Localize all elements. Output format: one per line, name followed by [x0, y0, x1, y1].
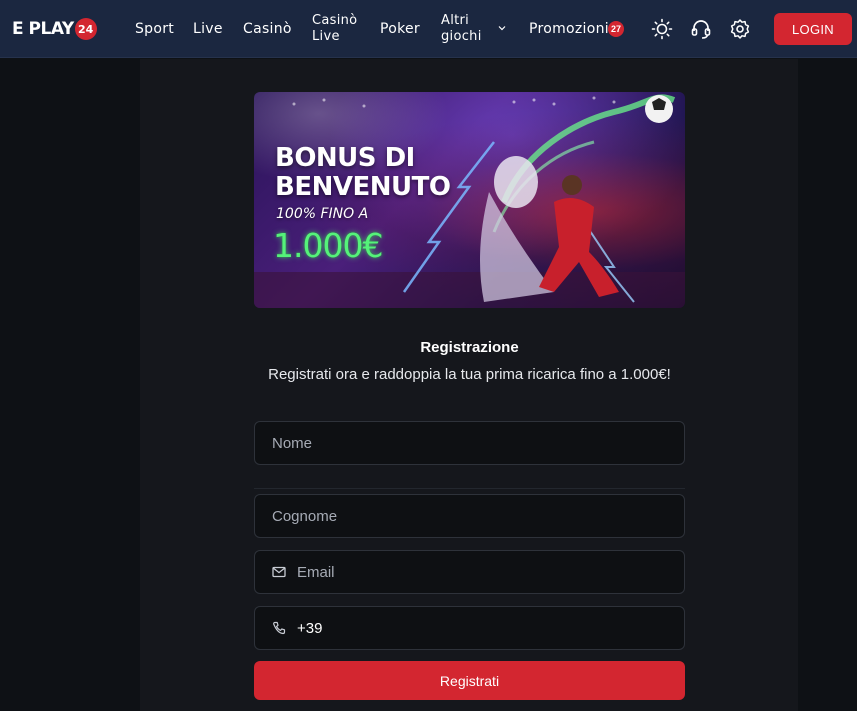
banner-title-line1: BONUS DI: [275, 143, 415, 173]
promo-count-badge: 27: [608, 21, 624, 37]
banner-subtitle: 100% FINO A: [276, 206, 369, 222]
email-field[interactable]: Email: [254, 550, 685, 594]
surname-field[interactable]: Cognome: [254, 494, 685, 538]
logo-text: E PLAY: [12, 19, 74, 39]
nav-altri-line1: Altri: [441, 13, 470, 28]
surname-placeholder: Cognome: [272, 507, 338, 525]
nav-casino-live-line2: Live: [312, 29, 340, 44]
headset-icon[interactable]: [690, 18, 712, 40]
name-placeholder: Nome: [272, 434, 313, 452]
nav-promozioni[interactable]: Promozioni: [529, 21, 609, 37]
envelope-icon: [272, 566, 286, 578]
login-button[interactable]: LOGIN: [774, 13, 852, 45]
gear-icon[interactable]: [729, 18, 751, 40]
nav-altri-line2: giochi: [441, 29, 482, 44]
top-navigation-bar: E PLAY 24 Sport Live Casinò Casinò Live …: [0, 0, 857, 58]
banner-title-line2: BENVENUTO: [275, 172, 451, 202]
banner-title: BONUS DI BENVENUTO: [275, 143, 451, 202]
chevron-down-icon[interactable]: [498, 24, 506, 32]
registration-subtitle: Registrati ora e raddoppia la tua prima …: [268, 366, 671, 383]
banner-amount: 1.000€: [273, 226, 383, 265]
nav-casino-live[interactable]: Casinò Live: [312, 13, 357, 45]
form-divider: [254, 488, 685, 489]
nav-sport[interactable]: Sport: [135, 21, 174, 37]
phone-prefix: +39: [297, 619, 323, 637]
eplay24-logo[interactable]: E PLAY 24: [12, 17, 97, 41]
nav-altri-giochi[interactable]: Altri giochi: [441, 13, 482, 45]
nav-live[interactable]: Live: [193, 21, 223, 37]
nav-casino[interactable]: Casinò: [243, 21, 292, 37]
nav-casino-live-line1: Casinò: [312, 13, 358, 28]
welcome-bonus-banner[interactable]: BONUS DI BENVENUTO 100% FINO A 1.000€: [254, 92, 685, 308]
name-field[interactable]: Nome: [254, 421, 685, 465]
logo-badge: 24: [74, 18, 97, 40]
email-placeholder: Email: [297, 563, 335, 581]
nav-poker[interactable]: Poker: [380, 21, 420, 37]
registration-title: Registrazione: [420, 339, 519, 356]
sun-icon[interactable]: [651, 18, 673, 40]
phone-icon: [273, 621, 286, 635]
phone-field[interactable]: +39: [254, 606, 685, 650]
register-button[interactable]: Registrati: [254, 661, 685, 700]
